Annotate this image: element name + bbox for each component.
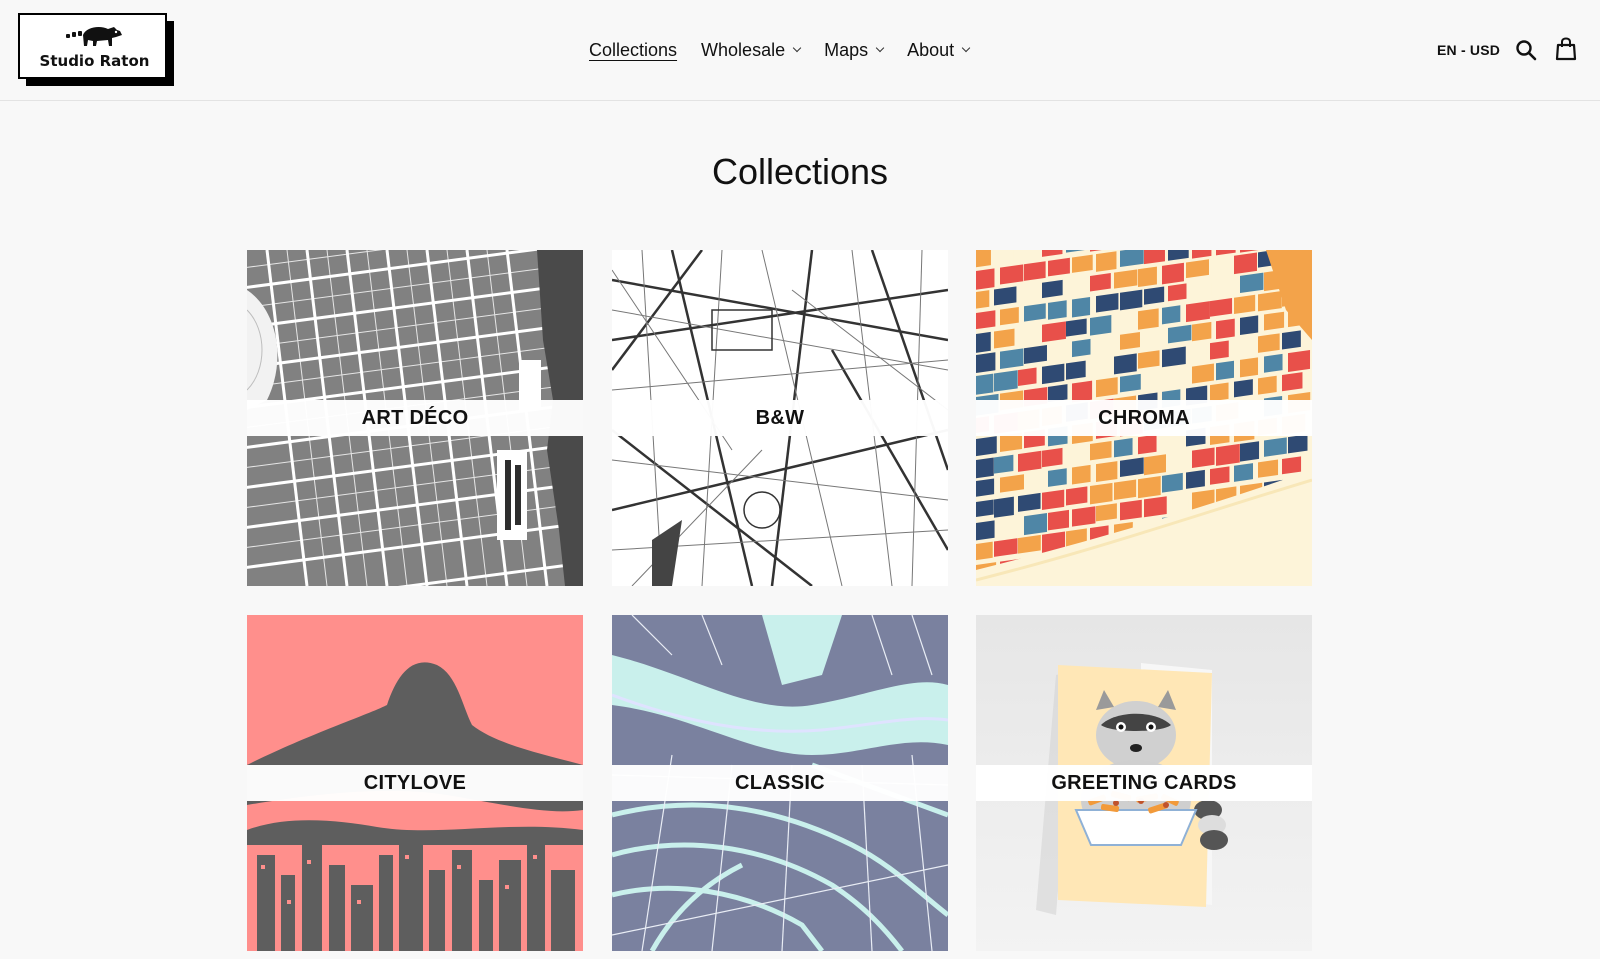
nav-about-label: About <box>907 39 955 60</box>
collection-card-greeting-cards[interactable]: GREETING CARDS <box>976 615 1312 951</box>
chevron-down-icon <box>792 43 802 53</box>
logo-link[interactable]: Studio Raton <box>18 13 174 86</box>
nav-wholesale[interactable]: Wholesale <box>701 39 802 61</box>
chevron-down-icon <box>961 43 971 53</box>
main-nav: Collections Wholesale Maps About <box>589 36 993 64</box>
search-icon[interactable] <box>1515 39 1537 61</box>
logo-text: Studio Raton <box>39 52 150 70</box>
chevron-down-icon <box>875 43 885 53</box>
nav-wholesale-label: Wholesale <box>701 39 786 60</box>
logo-box: Studio Raton <box>18 13 167 79</box>
collection-label: CITYLOVE <box>247 765 583 801</box>
nav-maps[interactable]: Maps <box>824 39 885 61</box>
collection-label: B&W <box>612 400 948 436</box>
locale-currency-selector[interactable]: EN - USD <box>1437 42 1500 58</box>
page-title: Collections <box>711 151 889 192</box>
raccoon-logo-icon <box>66 27 122 46</box>
collection-label: CHROMA <box>976 400 1312 436</box>
nav-collections-label: Collections <box>589 39 678 60</box>
nav-collections[interactable]: Collections <box>589 40 677 61</box>
collection-label: CLASSIC <box>612 765 948 801</box>
collection-card-art-deco[interactable]: ART DÉCO <box>247 250 583 586</box>
collection-label: GREETING CARDS <box>976 765 1312 801</box>
collection-card-chroma[interactable]: CHROMA <box>976 250 1312 586</box>
site-header: Studio Raton Collections Wholesale Maps … <box>0 0 1600 101</box>
collection-card-bw[interactable]: B&W <box>612 250 948 586</box>
collection-card-citylove[interactable]: CITYLOVE <box>247 615 583 951</box>
collection-label: ART DÉCO <box>247 400 583 436</box>
nav-about[interactable]: About <box>907 39 971 61</box>
nav-maps-label: Maps <box>824 39 869 60</box>
cart-icon[interactable] <box>1555 37 1577 61</box>
collection-card-classic[interactable]: CLASSIC <box>612 615 948 951</box>
